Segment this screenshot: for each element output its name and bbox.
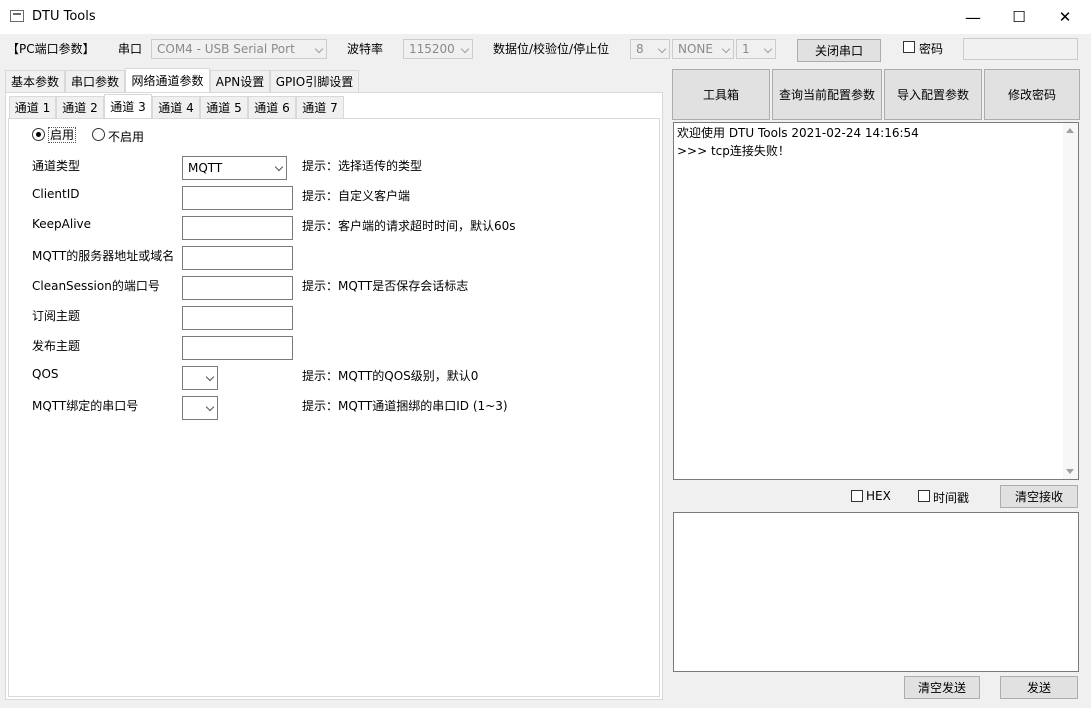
import-config-button[interactable]: 导入配置参数 [884, 69, 982, 120]
baud-label: 波特率 [347, 42, 384, 56]
frame-format-label: 数据位/校验位/停止位 [493, 42, 610, 56]
keepalive-hint: 提示：客户端的请求超时时间，默认60s [302, 219, 516, 233]
hex-checkbox[interactable] [851, 490, 863, 502]
minimize-icon[interactable]: — [950, 0, 996, 34]
bound-serial-port-label: MQTT绑定的串口号 [32, 399, 139, 413]
tab-basic-params[interactable]: 基本参数 [5, 70, 65, 92]
chevron-down-icon [205, 402, 215, 412]
chevron-down-icon [205, 372, 215, 382]
log-line: 欢迎使用 DTU Tools 2021-02-24 14:16:54 [677, 126, 919, 140]
stopbits-select-value: 1 [742, 42, 750, 56]
tab-channel-4[interactable]: 通道 4 [152, 96, 200, 118]
timestamp-checkbox[interactable] [918, 490, 930, 502]
chevron-down-icon [460, 44, 470, 54]
tab-channel-6[interactable]: 通道 6 [248, 96, 296, 118]
disable-label: 不启用 [108, 130, 145, 144]
server-address-input[interactable] [182, 246, 293, 270]
clear-receive-button[interactable]: 清空接收 [1000, 485, 1078, 508]
client-id-label: ClientID [32, 187, 80, 201]
send-button[interactable]: 发送 [1000, 676, 1078, 699]
bound-serial-port-select[interactable] [182, 396, 218, 420]
client-id-input[interactable] [182, 186, 293, 210]
port-select[interactable]: COM4 - USB Serial Port [151, 39, 327, 59]
chevron-down-icon [721, 44, 731, 54]
query-config-button[interactable]: 查询当前配置参数 [772, 69, 882, 120]
close-port-button[interactable]: 关闭串口 [797, 39, 881, 62]
receive-scrollbar[interactable] [1063, 123, 1078, 479]
tab-channel-3[interactable]: 通道 3 [104, 94, 152, 118]
window-title: DTU Tools [32, 9, 96, 24]
qos-hint: 提示：MQTT的QOS级别，默认0 [302, 369, 479, 383]
tab-channel-7[interactable]: 通道 7 [296, 96, 344, 118]
bound-serial-port-hint: 提示：MQTT通道捆绑的串口ID (1~3) [302, 399, 508, 413]
timestamp-label: 时间戳 [933, 491, 970, 505]
password-label: 密码 [919, 42, 944, 56]
channel-3-panel: 启用 不启用 通道类型 MQTT 提示：选择适传的类型 ClientID 提示：… [8, 118, 660, 697]
parity-select-value: NONE [678, 42, 713, 56]
keepalive-label: KeepAlive [32, 217, 92, 231]
clean-session-hint: 提示：MQTT是否保存会话标志 [302, 279, 469, 293]
qos-label: QOS [32, 367, 59, 381]
tab-serial-params[interactable]: 串口参数 [65, 70, 125, 92]
title-bar: DTU Tools — ☐ ✕ [0, 0, 1091, 34]
subscribe-topic-input[interactable] [182, 306, 293, 330]
app-window-icon [10, 10, 24, 22]
log-line: >>> tcp连接失败！ [677, 144, 790, 158]
password-input[interactable] [963, 38, 1078, 60]
clean-session-label: CleanSession的端口号 [32, 279, 160, 293]
chevron-down-icon [657, 44, 667, 54]
port-select-value: COM4 - USB Serial Port [157, 42, 295, 56]
chevron-down-icon [314, 44, 324, 54]
tab-gpio-settings[interactable]: GPIO引脚设置 [270, 70, 359, 92]
stopbits-select[interactable]: 1 [736, 39, 776, 59]
baud-select-value: 115200 [409, 42, 455, 56]
channel-type-hint: 提示：选择适传的类型 [302, 159, 423, 173]
send-textarea[interactable] [673, 512, 1079, 672]
channel-type-select[interactable]: MQTT [182, 156, 287, 180]
enable-label: 启用 [48, 127, 77, 143]
port-label: 串口 [118, 42, 143, 56]
tab-apn-settings[interactable]: APN设置 [210, 70, 270, 92]
clear-send-button[interactable]: 清空发送 [904, 676, 980, 699]
close-icon[interactable]: ✕ [1042, 0, 1088, 34]
channel-type-value: MQTT [188, 161, 223, 175]
toolbox-button[interactable]: 工具箱 [672, 69, 770, 120]
pc-port-section-label: 【PC端口参数】 [7, 42, 95, 56]
clean-session-input[interactable] [182, 276, 293, 300]
hex-label: HEX [866, 489, 891, 503]
databits-select[interactable]: 8 [630, 39, 670, 59]
keepalive-input[interactable] [182, 216, 293, 240]
chevron-down-icon [763, 44, 773, 54]
subscribe-topic-label: 订阅主题 [32, 309, 81, 323]
enable-radio[interactable] [32, 128, 45, 141]
disable-radio[interactable] [92, 128, 105, 141]
chevron-down-icon [274, 162, 284, 172]
client-id-hint: 提示：自定义客户端 [302, 189, 411, 203]
scroll-down-icon[interactable] [1066, 469, 1074, 474]
tab-channel-2[interactable]: 通道 2 [56, 96, 104, 118]
tab-channel-5[interactable]: 通道 5 [200, 96, 248, 118]
server-address-label: MQTT的服务器地址或域名 [32, 249, 175, 263]
tab-channel-1[interactable]: 通道 1 [9, 96, 56, 118]
parity-select[interactable]: NONE [672, 39, 734, 59]
tab-network-channel-params[interactable]: 网络通道参数 [125, 68, 210, 92]
qos-select[interactable] [182, 366, 218, 390]
databits-select-value: 8 [636, 42, 644, 56]
publish-topic-input[interactable] [182, 336, 293, 360]
publish-topic-label: 发布主题 [32, 339, 81, 353]
maximize-icon[interactable]: ☐ [996, 0, 1042, 34]
scroll-up-icon[interactable] [1066, 128, 1074, 133]
channel-type-label: 通道类型 [32, 159, 81, 173]
baud-select[interactable]: 115200 [403, 39, 473, 59]
password-checkbox[interactable] [903, 41, 915, 53]
change-password-button[interactable]: 修改密码 [984, 69, 1080, 120]
receive-textarea[interactable]: 欢迎使用 DTU Tools 2021-02-24 14:16:54 >>> t… [673, 122, 1079, 480]
